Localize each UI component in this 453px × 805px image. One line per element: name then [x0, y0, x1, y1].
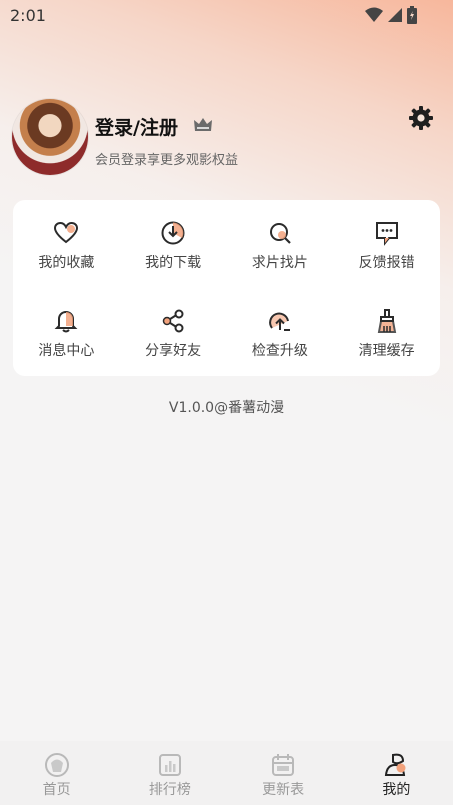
- status-bar: 2:01: [0, 0, 453, 30]
- profile-subtitle: 会员登录享更多观影权益: [95, 153, 239, 168]
- signal-icon: [388, 8, 402, 22]
- bottom-nav: 首页 排行榜 更新表 我的: [0, 741, 453, 805]
- upgrade-icon: [266, 307, 294, 335]
- nav-schedule[interactable]: 更新表: [227, 741, 340, 805]
- download-icon: [159, 219, 187, 247]
- gear-icon[interactable]: [408, 105, 434, 131]
- heart-icon: [52, 219, 80, 247]
- version-text: V1.0.0@番薯动漫: [168, 400, 285, 416]
- menu-item-messages[interactable]: 消息中心: [13, 288, 120, 376]
- nav-mine[interactable]: 我的: [340, 741, 453, 805]
- menu-item-clear-cache[interactable]: 清理缓存: [333, 288, 440, 376]
- nav-label: 更新表: [262, 782, 305, 798]
- menu-item-downloads[interactable]: 我的下载: [120, 200, 227, 288]
- profile-icon: [385, 753, 406, 776]
- menu-item-label: 我的收藏: [38, 255, 95, 271]
- menu-item-label: 我的下载: [145, 255, 202, 271]
- menu-item-feedback[interactable]: 反馈报错: [333, 200, 440, 288]
- home-icon: [44, 753, 69, 777]
- search-film-icon: [266, 219, 294, 247]
- wifi-icon: [365, 7, 383, 22]
- nav-ranking[interactable]: 排行榜: [113, 741, 226, 805]
- profile-header: 登录/注册 会员登录享更多观影权益: [12, 99, 442, 175]
- menu-item-label: 检查升级: [251, 343, 308, 359]
- ranking-icon: [158, 754, 181, 776]
- menu-item-favorites[interactable]: 我的收藏: [13, 200, 120, 288]
- nav-home[interactable]: 首页: [0, 741, 113, 805]
- menu-card: 我的收藏 我的下载 求片找片 反馈报错 消息中心 分享好友 检查升级 清理缓存: [13, 200, 440, 376]
- battery-icon: [407, 6, 417, 24]
- menu-item-label: 分享好友: [145, 343, 202, 359]
- share-icon: [159, 307, 187, 335]
- nav-label: 排行榜: [148, 782, 191, 798]
- nav-label: 首页: [42, 782, 71, 798]
- menu-item-request-film[interactable]: 求片找片: [227, 200, 334, 288]
- menu-item-label: 反馈报错: [358, 255, 415, 271]
- menu-item-upgrade[interactable]: 检查升级: [227, 288, 334, 376]
- bell-icon: [52, 307, 80, 335]
- login-register-link[interactable]: 登录/注册: [95, 113, 178, 140]
- menu-item-label: 求片找片: [251, 255, 308, 271]
- menu-item-share[interactable]: 分享好友: [120, 288, 227, 376]
- nav-label: 我的: [382, 782, 411, 798]
- clean-icon: [373, 307, 401, 335]
- status-time: 2:01: [10, 6, 46, 25]
- calendar-icon: [272, 754, 295, 776]
- avatar[interactable]: [12, 99, 88, 175]
- feedback-icon: [373, 219, 401, 247]
- menu-item-label: 清理缓存: [358, 343, 415, 359]
- menu-item-label: 消息中心: [38, 343, 95, 359]
- status-icons: [365, 6, 417, 24]
- crown-icon: [194, 118, 212, 131]
